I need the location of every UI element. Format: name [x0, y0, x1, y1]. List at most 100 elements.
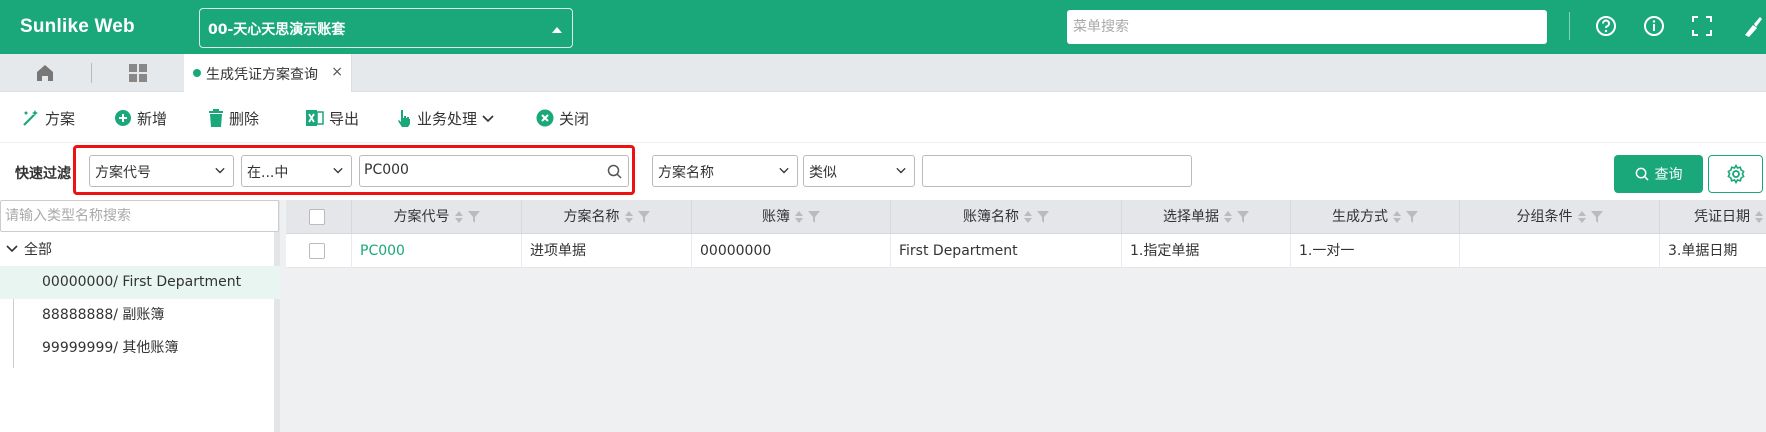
fullscreen-icon[interactable] [1689, 13, 1715, 39]
sort-icon[interactable] [454, 210, 464, 224]
col-header-select-doc[interactable]: 选择单据 [1122, 200, 1291, 234]
sort-icon[interactable] [1754, 210, 1764, 224]
grid-header: 方案代号 方案名称 账簿 账簿名称 选择单据 生成方式 分组条件 凭证日期 [286, 200, 1766, 234]
close-icon[interactable]: × [331, 64, 343, 80]
sort-icon[interactable] [1577, 210, 1587, 224]
col-header-label: 账簿名称 [963, 209, 1019, 225]
filter-field1-value: 方案代号 [95, 165, 151, 181]
cell-gen-mode: 1.一对一 [1291, 234, 1460, 268]
add-button[interactable]: 新增 [114, 107, 167, 129]
menu-search-input[interactable] [1067, 10, 1547, 44]
hand-pointer-icon [398, 110, 410, 127]
tree-search-input[interactable] [0, 200, 279, 232]
sort-icon[interactable] [624, 210, 634, 224]
chevron-down-icon [333, 167, 343, 174]
quick-filter-bar: 快速过滤 方案代号 在...中 方案名称 类似 查询 [0, 142, 1766, 200]
filter-icon[interactable] [467, 211, 480, 223]
filter-field1-select[interactable]: 方案代号 [89, 155, 234, 187]
filter-value2-field[interactable] [922, 155, 1192, 187]
quick-filter-label: 快速过滤 [15, 166, 71, 182]
col-header-group[interactable]: 分组条件 [1460, 200, 1660, 234]
tree-item-sub-ledger[interactable]: 88888888/ 副账簿 [0, 299, 280, 332]
plan-label: 方案 [45, 109, 76, 128]
add-label: 新增 [137, 109, 168, 128]
query-label: 查询 [1654, 167, 1683, 183]
filter-icon[interactable] [1037, 211, 1049, 223]
filter-op1-value: 在...中 [247, 165, 289, 181]
query-button[interactable]: 查询 [1614, 155, 1703, 193]
col-header-label: 凭证日期 [1694, 209, 1750, 225]
business-label: 业务处理 [417, 109, 478, 128]
apps-grid-icon[interactable] [127, 62, 149, 84]
help-icon[interactable] [1593, 13, 1619, 39]
sort-icon[interactable] [1392, 210, 1402, 224]
chevron-down-icon [6, 245, 18, 253]
brush-icon[interactable] [1738, 13, 1764, 39]
col-header-label: 选择单据 [1163, 209, 1219, 225]
filter-op1-select[interactable]: 在...中 [241, 155, 352, 187]
trash-icon [209, 109, 223, 127]
sort-icon[interactable] [1223, 210, 1233, 224]
brand-logo: Sunlike Web [20, 16, 135, 37]
plus-circle-icon [115, 110, 131, 126]
filter-icon[interactable] [637, 211, 650, 223]
tree-root-all[interactable]: 全部 [6, 239, 52, 259]
filter-op2-value: 类似 [809, 165, 837, 181]
chevron-down-icon [482, 115, 494, 123]
col-header-label: 分组条件 [1516, 209, 1573, 225]
search-icon [1635, 167, 1649, 181]
gear-icon [1726, 164, 1745, 184]
col-header-book[interactable]: 账簿 [692, 200, 891, 234]
col-header-name[interactable]: 方案名称 [522, 200, 692, 234]
tree-root-label: 全部 [24, 242, 52, 258]
info-icon[interactable] [1641, 13, 1667, 39]
excel-icon [306, 110, 324, 126]
filter-icon[interactable] [1406, 211, 1418, 223]
account-selector[interactable]: 00-天心天思演示账套 [199, 8, 573, 48]
filter-icon[interactable] [808, 211, 820, 223]
search-icon[interactable] [607, 164, 622, 179]
filter-field2-select[interactable]: 方案名称 [652, 155, 798, 187]
delete-button[interactable]: 删除 [208, 107, 259, 129]
col-header-gen-mode[interactable]: 生成方式 [1291, 200, 1460, 234]
tab-label: 生成凭证方案查询 [206, 67, 318, 83]
ledger-tree-panel: 全部 00000000/ First Department 88888888/ … [0, 200, 280, 432]
close-button[interactable]: 关闭 [536, 107, 589, 129]
col-header-voucher-date[interactable]: 凭证日期 [1660, 200, 1766, 234]
select-all-checkbox[interactable] [309, 209, 325, 225]
filter-value2-input[interactable] [927, 162, 1157, 178]
plan-button[interactable]: 方案 [22, 107, 75, 129]
table-row[interactable]: PC000 进项单据 00000000 First Department 1.指… [286, 234, 1766, 268]
col-header-book-name[interactable]: 账簿名称 [891, 200, 1122, 234]
tab-voucher-plan-query[interactable]: 生成凭证方案查询 × [184, 54, 352, 92]
row-checkbox[interactable] [309, 243, 325, 259]
row-select-cell [286, 234, 352, 268]
cell-book-name: First Department [891, 234, 1122, 268]
col-header-code[interactable]: 方案代号 [352, 200, 522, 234]
cell-code[interactable]: PC000 [352, 234, 522, 268]
export-button[interactable]: 导出 [306, 107, 359, 129]
filter-icon[interactable] [1590, 211, 1603, 223]
tab-bar: 生成凭证方案查询 × [0, 54, 1766, 92]
cell-book: 00000000 [692, 234, 891, 268]
business-menu-button[interactable]: 业务处理 [396, 107, 494, 129]
tree-item-other-ledger[interactable]: 99999999/ 其他账簿 [0, 332, 280, 365]
sort-icon[interactable] [794, 210, 804, 224]
cell-name: 进项单据 [522, 234, 692, 268]
code-link[interactable]: PC000 [360, 243, 405, 259]
sort-icon[interactable] [1023, 210, 1033, 224]
home-icon[interactable] [34, 62, 56, 84]
filter-value1-input[interactable] [364, 162, 594, 178]
settings-button[interactable] [1708, 155, 1763, 193]
tab-divider [91, 63, 92, 83]
toolbar: 方案 新增 删除 导出 业务处理 关闭 [0, 92, 1766, 142]
filter-icon[interactable] [1237, 211, 1249, 223]
data-grid: 方案代号 方案名称 账簿 账簿名称 选择单据 生成方式 分组条件 凭证日期 PC… [286, 200, 1766, 432]
close-label: 关闭 [559, 109, 590, 128]
cell-voucher-date: 3.单据日期 [1668, 243, 1738, 259]
tree-item-first-department[interactable]: 00000000/ First Department [0, 266, 280, 299]
close-circle-icon [536, 109, 554, 127]
filter-value1-field[interactable] [359, 155, 629, 187]
filter-op2-select[interactable]: 类似 [803, 155, 915, 187]
filter-field2-value: 方案名称 [658, 165, 714, 181]
